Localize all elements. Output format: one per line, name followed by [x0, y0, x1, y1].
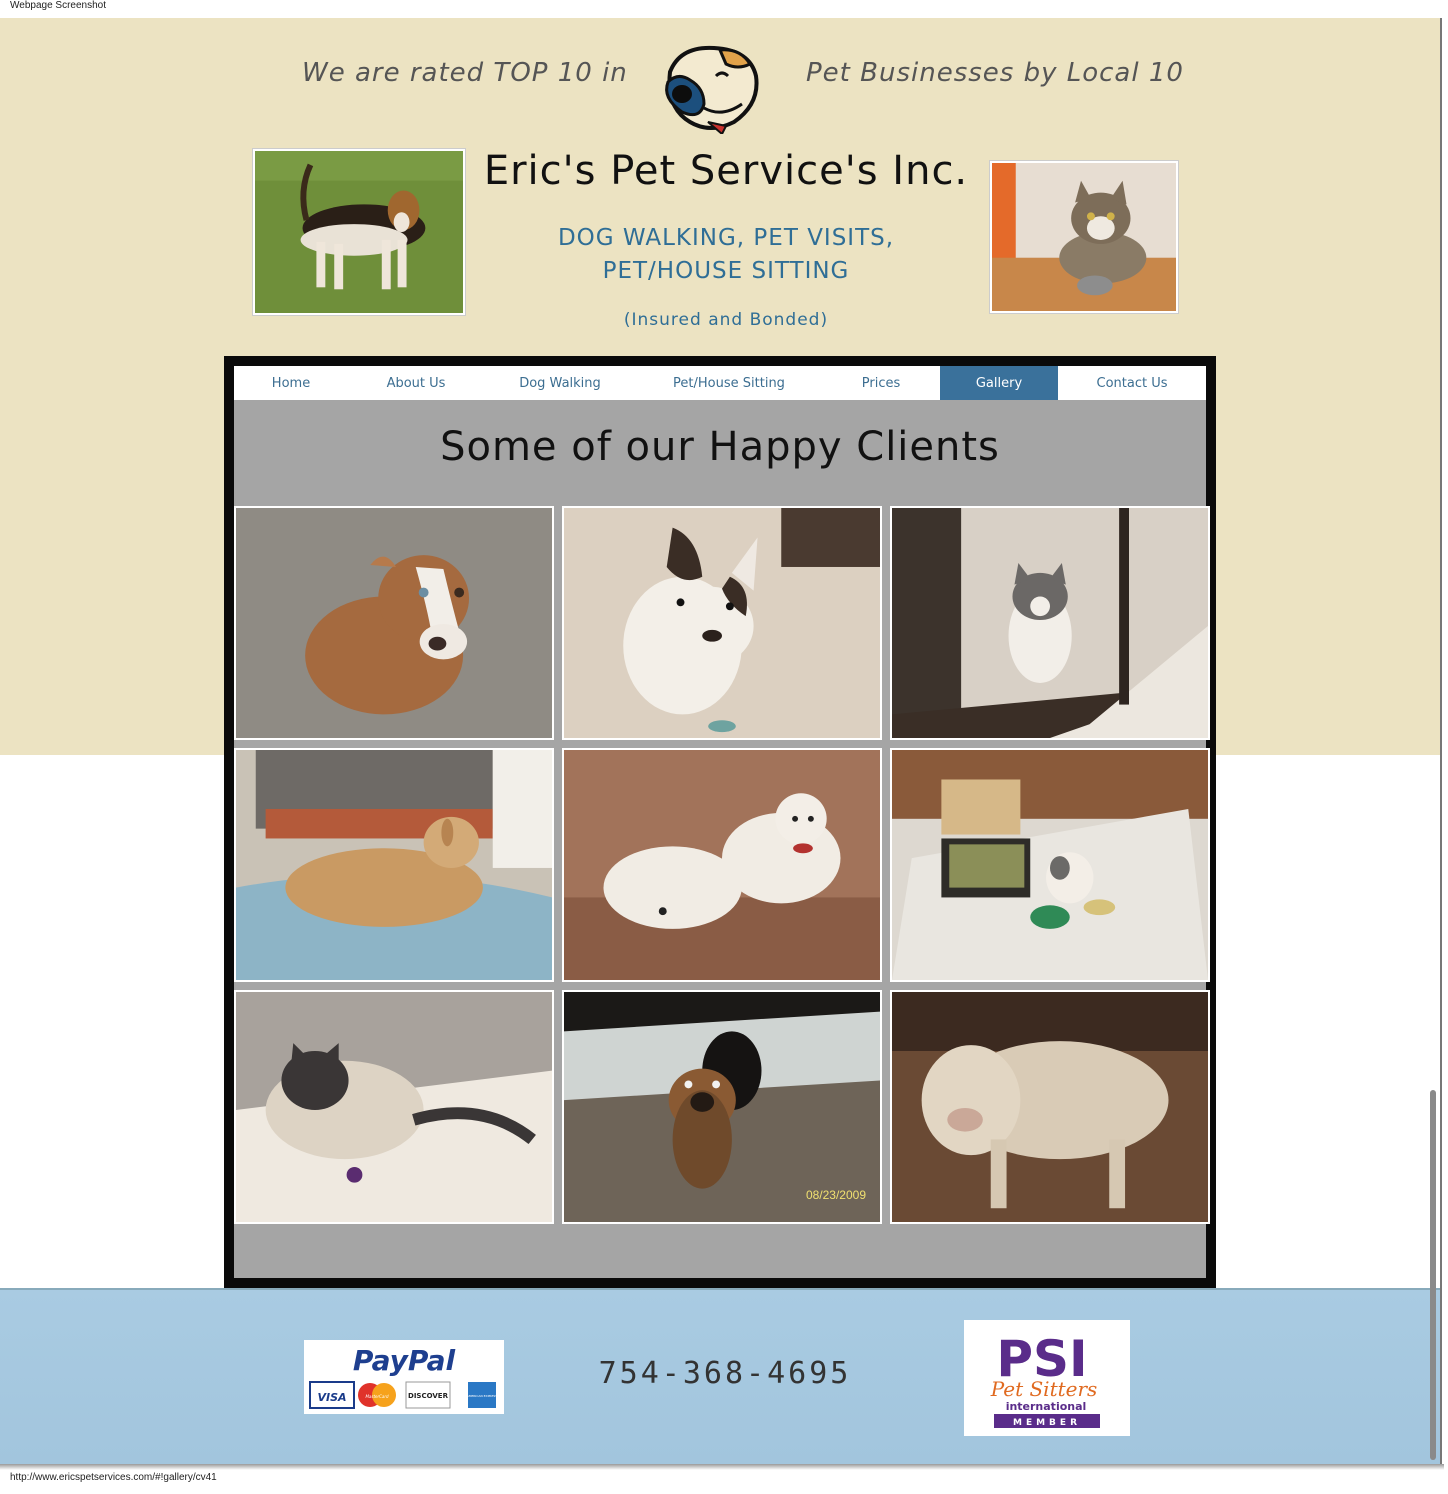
gallery-photo-4[interactable] — [234, 748, 554, 982]
psi-member: MEMBER — [1013, 1418, 1081, 1428]
gallery-photo-3[interactable] — [890, 506, 1210, 740]
photo-date-stamp: 08/23/2009 — [805, 1188, 866, 1202]
gallery-title: Some of our Happy Clients — [440, 424, 1000, 470]
psi-international: international — [1006, 1400, 1087, 1413]
vertical-scrollbar[interactable] — [1430, 1090, 1436, 1460]
card-amex: AMERICAN EXPRESS — [467, 1394, 497, 1398]
tagline-left: We are rated TOP 10 in — [302, 58, 628, 88]
insured-note: (Insured and Bonded) — [623, 310, 829, 330]
psi-member-logo: PSI Pet Sitters international MEMBER — [964, 1320, 1130, 1436]
gallery-photo-6[interactable] — [890, 748, 1210, 982]
nav-home[interactable]: Home — [234, 366, 348, 400]
status-bar-url: http://www.ericspetservices.com/#!galler… — [10, 1472, 217, 1483]
services-tagline: DOG WALKING, PET VISITS, PET/HOUSE SITTI… — [470, 222, 982, 288]
psi-pet-sitters: Pet Sitters — [990, 1377, 1098, 1401]
card-visa: VISA — [317, 1391, 346, 1404]
dog-mascot-logo — [660, 42, 764, 136]
beagle-photo — [252, 148, 466, 316]
gallery-photo-7[interactable] — [234, 990, 554, 1224]
services-line-1: DOG WALKING, PET VISITS, — [557, 225, 895, 251]
gallery-photo-8[interactable]: 08/23/2009 — [562, 990, 882, 1224]
window-bottom-shadow — [0, 1464, 1444, 1470]
nav-dog-walking[interactable]: Dog Walking — [484, 366, 636, 400]
nav-prices[interactable]: Prices — [822, 366, 940, 400]
card-discover: DISCOVER — [408, 1392, 449, 1400]
nav-gallery[interactable]: Gallery — [940, 366, 1058, 400]
gallery-photo-1[interactable] — [234, 506, 554, 740]
content-card: Home About Us Dog Walking Pet/House Sitt… — [224, 356, 1216, 1288]
nav-pet-house-sitting[interactable]: Pet/House Sitting — [636, 366, 822, 400]
paypal-brand: PayPal — [353, 1344, 456, 1377]
kitten-photo — [989, 160, 1179, 314]
gallery-photo-5[interactable] — [562, 748, 882, 982]
footer: PayPal VISA MasterCard DISCOVER AMERICAN… — [0, 1288, 1440, 1464]
phone-number: 754-368-4695 — [598, 1356, 852, 1391]
paypal-payment-logo: PayPal VISA MasterCard DISCOVER AMERICAN… — [304, 1340, 504, 1414]
content-panel: Home About Us Dog Walking Pet/House Sitt… — [234, 366, 1210, 1278]
gallery-photo-2[interactable] — [562, 506, 882, 740]
webpage: We are rated TOP 10 in Pet Businesses by… — [0, 18, 1440, 1464]
nav-about-us[interactable]: About Us — [348, 366, 484, 400]
window-label: Webpage Screenshot — [10, 0, 106, 11]
page-edge — [1440, 18, 1442, 1464]
site-title: Eric's Pet Service's Inc. — [483, 148, 969, 194]
gallery-photo-9[interactable] — [890, 990, 1210, 1224]
main-nav: Home About Us Dog Walking Pet/House Sitt… — [234, 366, 1206, 400]
nav-contact-us[interactable]: Contact Us — [1058, 366, 1206, 400]
services-line-2: PET/HOUSE SITTING — [602, 258, 850, 284]
card-mastercard: MasterCard — [365, 1394, 389, 1399]
tagline-right: Pet Businesses by Local 10 — [806, 58, 1184, 88]
